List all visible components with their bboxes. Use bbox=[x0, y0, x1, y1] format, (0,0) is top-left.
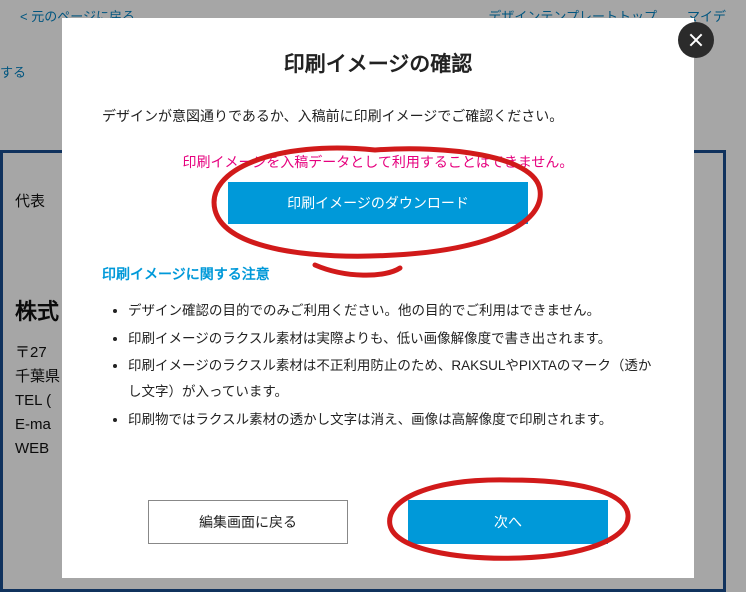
print-preview-modal: 印刷イメージの確認 デザインが意図通りであるか、入稿前に印刷イメージでご確認くだ… bbox=[62, 18, 694, 578]
modal-warning: 印刷イメージを入稿データとして利用することはできません。 bbox=[102, 152, 654, 172]
notice-item: 印刷イメージのラクスル素材は実際よりも、低い画像解像度で書き出されます。 bbox=[128, 326, 654, 352]
notice-item: 印刷物ではラクスル素材の透かし文字は消え、画像は高解像度で印刷されます。 bbox=[128, 407, 654, 433]
notice-title: 印刷イメージに関する注意 bbox=[102, 264, 654, 284]
notice-list: デザイン確認の目的でのみご利用ください。他の目的でご利用はできません。 印刷イメ… bbox=[102, 298, 654, 432]
back-to-edit-button[interactable]: 編集画面に戻る bbox=[148, 500, 348, 544]
download-print-image-button[interactable]: 印刷イメージのダウンロード bbox=[228, 182, 528, 224]
modal-button-row: 編集画面に戻る 次へ bbox=[62, 500, 694, 544]
modal-description: デザインが意図通りであるか、入稿前に印刷イメージでご確認ください。 bbox=[102, 106, 654, 126]
close-button[interactable] bbox=[678, 22, 714, 58]
modal-title: 印刷イメージの確認 bbox=[102, 48, 654, 78]
notice-item: 印刷イメージのラクスル素材は不正利用防止のため、RAKSULやPIXTAのマーク… bbox=[128, 353, 654, 404]
next-button[interactable]: 次へ bbox=[408, 500, 608, 544]
notice-item: デザイン確認の目的でのみご利用ください。他の目的でご利用はできません。 bbox=[128, 298, 654, 324]
